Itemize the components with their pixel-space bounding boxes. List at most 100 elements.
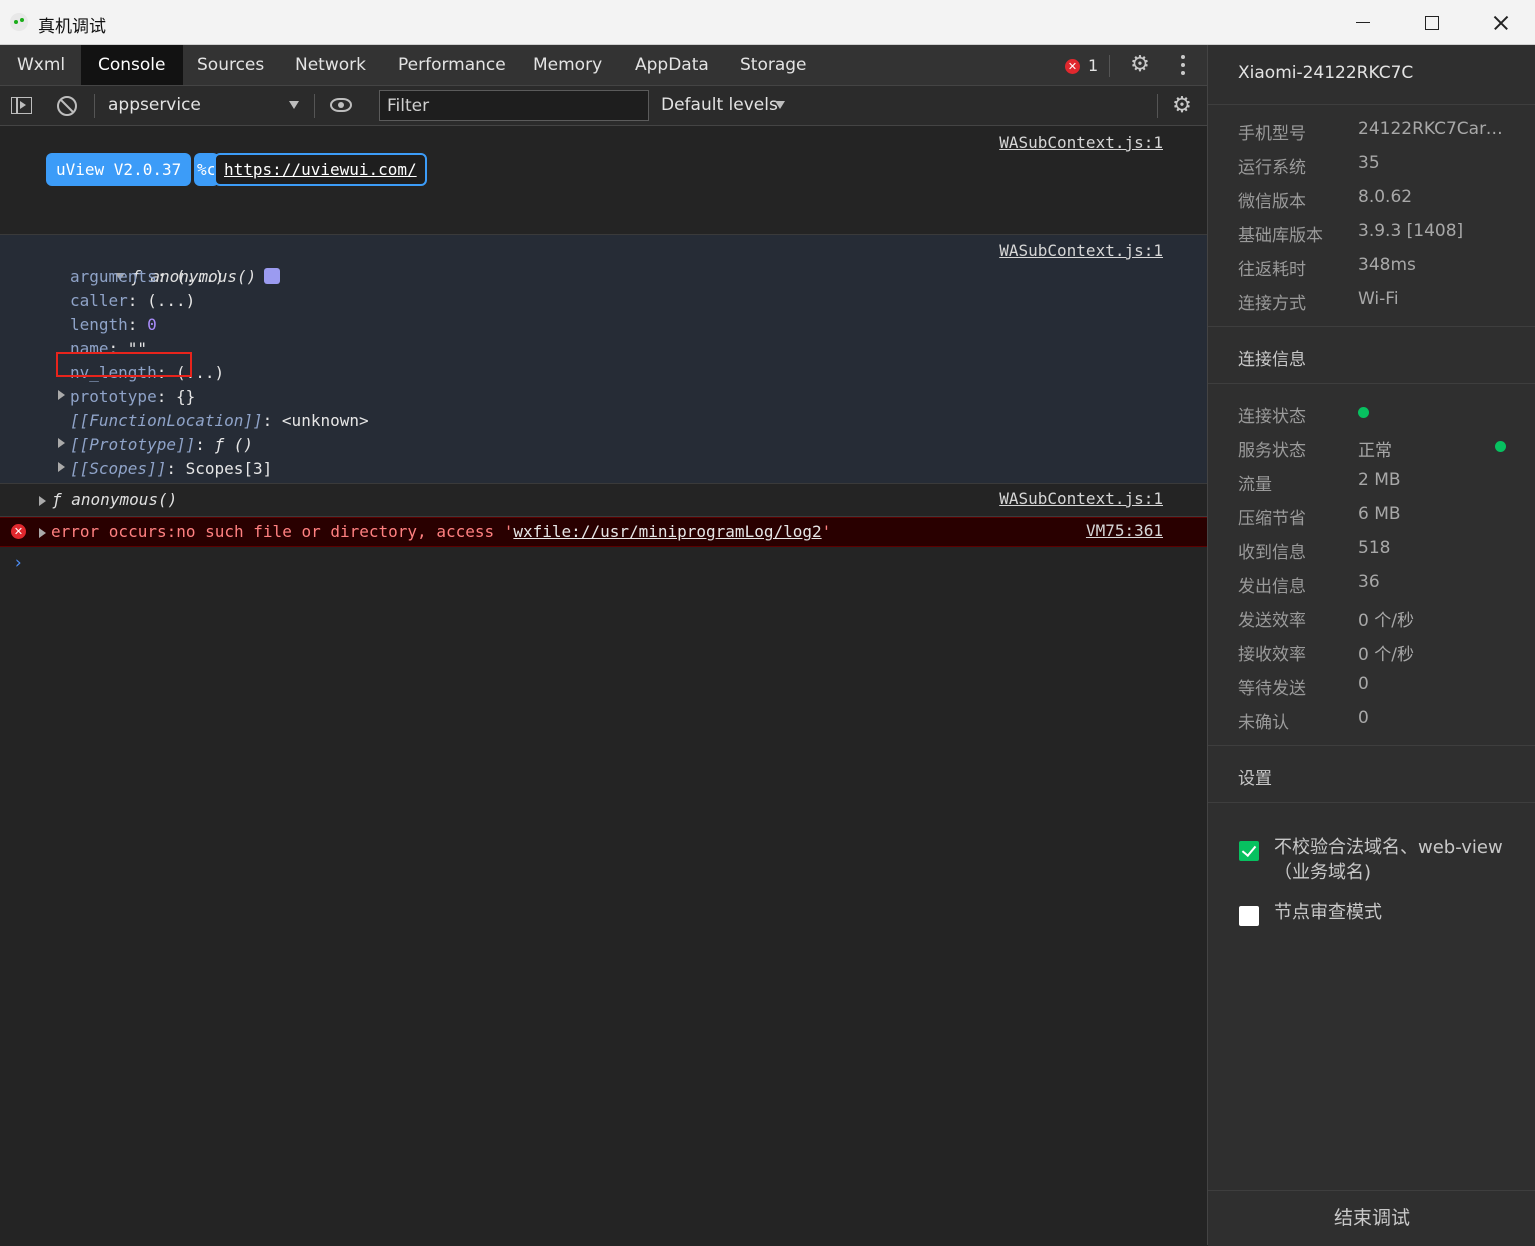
divider xyxy=(1208,326,1535,327)
conn-value: 0 xyxy=(1358,674,1369,694)
conn-label: 等待发送 xyxy=(1238,679,1306,699)
uview-link[interactable]: https://uviewui.com/ xyxy=(214,153,427,186)
source-link[interactable]: VM75:361 xyxy=(1086,521,1163,540)
end-debug-button[interactable]: 结束调试 xyxy=(1208,1190,1535,1246)
maximize-button[interactable] xyxy=(1397,0,1466,45)
node-inspect-label[interactable]: 节点审查模式 xyxy=(1274,900,1504,925)
section-title-connection: 连接信息 xyxy=(1238,350,1306,370)
error-icon: ✕ xyxy=(11,524,26,539)
live-expression-eye-icon[interactable] xyxy=(330,98,352,112)
property-row: length: 0 xyxy=(70,315,157,334)
console-settings-gear-icon[interactable]: ⚙ xyxy=(1172,95,1192,117)
property-row[interactable]: prototype: {} xyxy=(70,385,195,409)
filter-input[interactable] xyxy=(379,90,649,121)
source-link[interactable]: WASubContext.js:1 xyxy=(999,241,1163,260)
close-window-button[interactable] xyxy=(1466,0,1535,45)
conn-label: 流量 xyxy=(1238,475,1272,495)
info-label: 手机型号 xyxy=(1238,124,1306,144)
devtools-tabbar: Wxml Console Sources Network Performance… xyxy=(0,45,1207,86)
tab-performance[interactable]: Performance xyxy=(381,45,523,85)
expand-triangle-icon[interactable] xyxy=(39,496,46,506)
conn-value: 0 个/秒 xyxy=(1358,611,1414,631)
chevron-down-icon[interactable] xyxy=(289,101,299,109)
tab-appdata[interactable]: AppData xyxy=(618,45,726,85)
conn-value: 36 xyxy=(1358,572,1380,592)
log-levels-select[interactable]: Default levels xyxy=(661,95,778,115)
info-label: 连接方式 xyxy=(1238,294,1306,314)
divider xyxy=(94,94,95,118)
info-value: 348ms xyxy=(1358,255,1416,275)
expand-triangle-icon[interactable] xyxy=(58,438,65,448)
divider xyxy=(1208,104,1535,105)
device-panel: Xiaomi-24122RKC7C 手机型号 24122RKC7Carm... … xyxy=(1207,45,1535,1246)
conn-value: 518 xyxy=(1358,538,1391,558)
function-header[interactable]: ƒ anonymous() xyxy=(38,241,281,286)
info-label: 运行系统 xyxy=(1238,158,1306,178)
info-value: 35 xyxy=(1358,153,1380,173)
expand-triangle-icon[interactable] xyxy=(39,528,46,538)
divider xyxy=(1208,383,1535,384)
conn-value: 0 xyxy=(1358,708,1369,728)
device-name: Xiaomi-24122RKC7C xyxy=(1238,63,1414,83)
expand-triangle-icon[interactable] xyxy=(58,390,65,400)
info-value: 8.0.62 xyxy=(1358,187,1413,207)
uview-version-badge: uView V2.0.37 xyxy=(46,153,192,186)
console-toolbar: appservice Default levels ⚙ xyxy=(0,86,1207,126)
error-counter[interactable]: ✕ 1 xyxy=(1065,56,1098,75)
tab-storage[interactable]: Storage xyxy=(723,45,824,85)
skip-domain-check-label[interactable]: 不校验合法域名、web-view（业务域名) xyxy=(1274,835,1504,885)
minimize-button[interactable] xyxy=(1328,0,1397,45)
clear-console-icon[interactable] xyxy=(57,96,77,116)
source-link[interactable]: WASubContext.js:1 xyxy=(999,489,1163,508)
divider xyxy=(314,94,315,118)
conn-value: 2 MB xyxy=(1358,470,1401,490)
divider xyxy=(1157,94,1158,118)
property-row: [[FunctionLocation]]: <unknown> xyxy=(70,411,369,430)
divider xyxy=(1109,55,1110,77)
window-titlebar: 真机调试 xyxy=(0,0,1535,45)
tab-memory[interactable]: Memory xyxy=(516,45,619,85)
context-select[interactable]: appservice xyxy=(108,95,201,115)
expand-triangle-icon[interactable] xyxy=(58,462,65,472)
tab-sources[interactable]: Sources xyxy=(180,45,281,85)
conn-value: 6 MB xyxy=(1358,504,1401,524)
property-row[interactable]: [[Scopes]]: Scopes[3] xyxy=(70,457,272,481)
property-row[interactable]: arguments: (...) xyxy=(70,265,224,289)
info-value: Wi-Fi xyxy=(1358,289,1399,309)
property-row[interactable]: caller: (...) xyxy=(70,289,195,313)
info-value: 24122RKC7Carm... xyxy=(1358,119,1508,139)
conn-label: 发送效率 xyxy=(1238,611,1306,631)
wechat-devtools-icon xyxy=(10,13,28,31)
tab-network[interactable]: Network xyxy=(278,45,383,85)
info-badge-icon xyxy=(264,268,281,284)
error-path-link[interactable]: wxfile://usr/miniprogramLog/log2 xyxy=(513,522,821,541)
show-sidebar-icon[interactable] xyxy=(11,97,32,114)
tab-wxml[interactable]: Wxml xyxy=(0,45,82,85)
conn-value: 正常 xyxy=(1358,441,1392,461)
function-header[interactable]: ƒ anonymous() xyxy=(52,488,177,512)
settings-gear-icon[interactable]: ⚙ xyxy=(1130,54,1150,76)
more-options-icon[interactable] xyxy=(1180,55,1186,77)
console-message: WASubContext.js:1 uView V2.0.37 %c https… xyxy=(0,127,1207,235)
node-inspect-checkbox[interactable] xyxy=(1239,906,1259,926)
highlight-box xyxy=(56,352,192,377)
function-signature: anonymous() xyxy=(71,490,178,509)
info-label: 往返耗时 xyxy=(1238,260,1306,280)
window-title: 真机调试 xyxy=(38,17,106,37)
console-error-message[interactable]: ✕ error occurs:no such file or directory… xyxy=(0,517,1207,547)
tab-console[interactable]: Console xyxy=(81,45,183,85)
chevron-down-icon[interactable] xyxy=(775,101,785,109)
console-prompt[interactable]: › xyxy=(13,553,23,573)
property-row[interactable]: [[Prototype]]: ƒ () xyxy=(70,433,253,457)
info-label: 微信版本 xyxy=(1238,192,1306,212)
conn-label: 未确认 xyxy=(1238,713,1289,733)
console-message[interactable]: WASubContext.js:1 ƒ anonymous() xyxy=(0,484,1207,517)
divider xyxy=(1208,745,1535,746)
skip-domain-check-checkbox[interactable] xyxy=(1239,841,1259,861)
info-label: 基础库版本 xyxy=(1238,226,1323,246)
conn-label: 发出信息 xyxy=(1238,577,1306,597)
error-text: error occurs:no such file or directory, … xyxy=(51,522,832,541)
source-link[interactable]: WASubContext.js:1 xyxy=(999,133,1163,152)
error-count: 1 xyxy=(1088,56,1099,75)
conn-label: 收到信息 xyxy=(1238,543,1306,563)
